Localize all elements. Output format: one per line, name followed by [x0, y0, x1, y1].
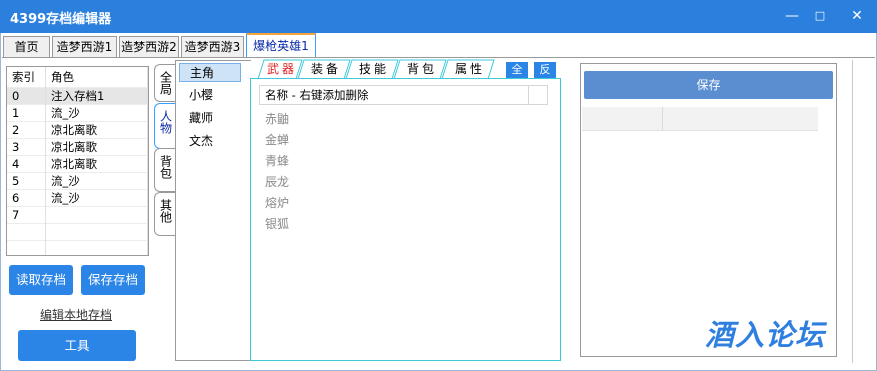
vtab-character[interactable]: 人物 [154, 103, 177, 149]
tab-bqyx1[interactable]: 爆枪英雄1 [246, 33, 316, 58]
list-item[interactable]: 辰龙 [265, 173, 289, 190]
list-item[interactable]: 金蝉 [265, 131, 289, 148]
tab-home[interactable]: 首页 [3, 36, 50, 57]
read-save-button[interactable]: 读取存档 [9, 265, 73, 295]
table-row[interactable]: 4 凉北离歌 [7, 155, 148, 173]
table-row[interactable]: 5 流_沙 [7, 172, 148, 190]
tab-backpack[interactable]: 背包 [400, 61, 444, 79]
save-save-button[interactable]: 保存存档 [81, 265, 145, 295]
tab-divider [2, 57, 875, 58]
header-divider [528, 86, 529, 104]
row-role: 流_沙 [45, 189, 148, 207]
row-index: 5 [7, 172, 46, 190]
vtab-other[interactable]: 其他 [154, 192, 177, 236]
tools-button[interactable]: 工具 [18, 330, 136, 361]
vtab-bag-label: 背包 [158, 155, 173, 179]
tab-attributes[interactable]: 属性 [448, 61, 492, 79]
character-item[interactable]: 主角 [179, 63, 241, 82]
table-row [7, 223, 148, 241]
vtab-global[interactable]: 全局 [154, 64, 177, 102]
vtab-other-label: 其他 [158, 199, 173, 223]
tab-zmxy2[interactable]: 造梦西游2 [119, 36, 179, 57]
vtab-character-label: 人物 [158, 110, 173, 134]
list-item[interactable]: 赤鼬 [265, 110, 289, 127]
invert-select-button[interactable]: 反 [534, 62, 556, 78]
row-role: 凉北离歌 [45, 155, 148, 173]
row-role: 凉北离歌 [45, 121, 148, 139]
character-item[interactable]: 小樱 [179, 86, 241, 105]
row-index: 1 [7, 104, 46, 122]
minimize-icon[interactable]: — [781, 6, 803, 26]
save-slot-table[interactable]: 索引 角色 0 注入存档1 1 流_沙 2 凉北离歌 3 凉北离歌 4 凉北离歌 5 流_沙… [6, 66, 149, 256]
row-index: 6 [7, 189, 46, 207]
column-header-role: 角色 [45, 67, 148, 88]
character-item[interactable]: 藏师 [179, 109, 241, 128]
vtab-bag[interactable]: 背包 [154, 148, 177, 192]
row-role: 凉北离歌 [45, 138, 148, 156]
list-item[interactable]: 熔炉 [265, 194, 289, 211]
weapon-list-header: 名称 - 右键添加删除 [259, 85, 548, 105]
table-row[interactable]: 6 流_沙 [7, 189, 148, 207]
tab-weapon[interactable]: 武器 [262, 61, 302, 79]
row-index: 7 [7, 206, 46, 224]
title-bar: 4399存档编辑器 — □ ✕ [0, 0, 877, 33]
list-item[interactable]: 银狐 [265, 215, 289, 232]
row-index: 2 [7, 121, 46, 139]
tab-skill[interactable]: 技能 [352, 61, 396, 79]
row-index: 3 [7, 138, 46, 156]
select-all-button[interactable]: 全 [506, 62, 528, 78]
tab-equipment[interactable]: 装备 [304, 61, 348, 79]
maximize-icon[interactable]: □ [809, 6, 831, 26]
table-row [7, 240, 148, 255]
list-item[interactable]: 青蜂 [265, 152, 289, 169]
attribute-table-header [582, 107, 818, 131]
tab-zmxy3[interactable]: 造梦西游3 [181, 36, 244, 57]
row-role: 流_沙 [45, 104, 148, 122]
character-item[interactable]: 文杰 [179, 132, 241, 151]
table-row[interactable]: 3 凉北离歌 [7, 138, 148, 156]
weapon-list-panel[interactable] [250, 78, 561, 361]
divider-line [852, 60, 853, 363]
column-header-index: 索引 [7, 67, 46, 88]
row-index: 0 [7, 87, 46, 105]
character-list-panel [175, 60, 251, 361]
table-row[interactable]: 1 流_沙 [7, 104, 148, 122]
table-row[interactable]: 0 注入存档1 [7, 87, 148, 105]
row-role: 注入存档1 [45, 87, 148, 105]
save-button[interactable]: 保存 [584, 71, 833, 99]
table-row[interactable]: 2 凉北离歌 [7, 121, 148, 139]
window-title: 4399存档编辑器 [10, 12, 112, 27]
edit-local-save-link[interactable]: 编辑本地存档 [40, 306, 112, 323]
close-icon[interactable]: ✕ [846, 6, 868, 26]
table-row[interactable]: 7 [7, 206, 148, 224]
vtab-global-label: 全局 [158, 71, 173, 95]
row-role [45, 206, 148, 224]
row-role: 流_沙 [45, 172, 148, 190]
tab-zmxy1[interactable]: 造梦西游1 [52, 36, 117, 57]
row-index: 4 [7, 155, 46, 173]
watermark-logo: 酒入论坛 [705, 318, 826, 352]
